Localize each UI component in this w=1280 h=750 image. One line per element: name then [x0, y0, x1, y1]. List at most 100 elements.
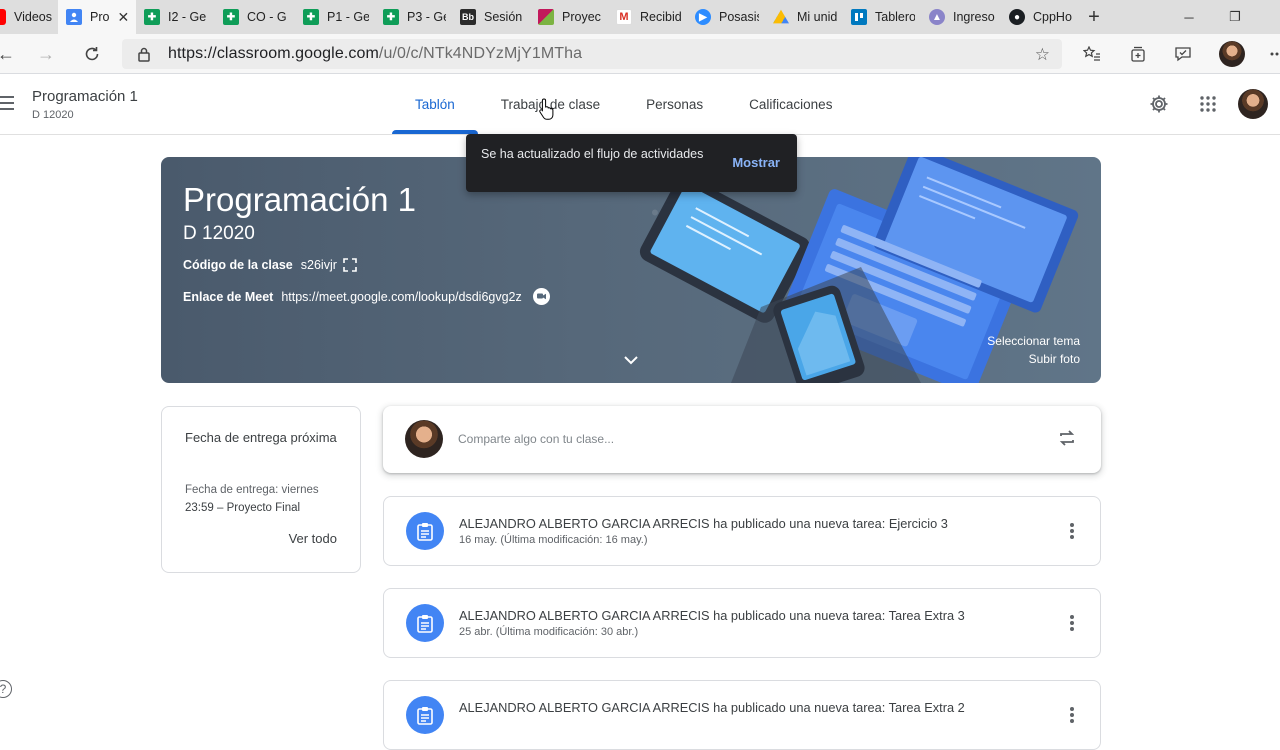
post-title: ALEJANDRO ALBERTO GARCIA ARRECIS ha publ… [459, 516, 948, 531]
github-icon: ● [1009, 9, 1025, 25]
upcoming-title: Fecha de entrega próxima [185, 430, 337, 445]
sheets-icon: ✚ [303, 9, 319, 25]
class-code-label: Código de la clase [183, 258, 293, 272]
banner-section: D 12020 [183, 223, 255, 244]
feedback-icon[interactable] [1172, 43, 1194, 65]
more-vert-icon[interactable] [1070, 523, 1074, 539]
url-field[interactable]: https://classroom.google.com/u/0/c/NTk4N… [122, 39, 1062, 69]
upload-photo-link[interactable]: Subir foto [1029, 352, 1080, 366]
settings-gear-icon[interactable] [1147, 92, 1171, 116]
browser-tab-label: P1 - Ge [327, 10, 369, 24]
tab-people[interactable]: Personas [623, 74, 726, 134]
browser-tab-label: Ingreso [953, 10, 995, 24]
help-icon[interactable]: ? [0, 680, 12, 698]
browser-tab-label: Proyec [562, 10, 601, 24]
browser-tab-label: Recibid [640, 10, 681, 24]
fullscreen-icon[interactable] [343, 258, 357, 272]
toast-show-button[interactable]: Mostrar [732, 155, 780, 170]
expand-chevron-icon[interactable] [623, 353, 639, 365]
browser-tab[interactable]: M Recibid [608, 0, 687, 34]
tab-stream[interactable]: Tablón [392, 74, 478, 134]
browser-tab-label: Tablero [875, 10, 915, 24]
trello-icon [851, 9, 867, 25]
browser-tab-active[interactable]: Pro ✕ [58, 0, 136, 34]
sheets-icon: ✚ [383, 9, 399, 25]
apps-grid-icon[interactable] [1196, 92, 1220, 116]
browser-tab[interactable]: ✚ I2 - Ge [136, 0, 215, 34]
share-placeholder[interactable]: Comparte algo con tu clase... [458, 432, 614, 446]
youtube-icon [0, 9, 6, 25]
meet-link[interactable]: https://meet.google.com/lookup/dsdi6gvg2… [281, 290, 521, 304]
browser-tab[interactable]: Tablero [843, 0, 921, 34]
browser-tab[interactable]: Proyec [530, 0, 608, 34]
more-vert-icon[interactable] [1070, 615, 1074, 631]
favorites-list-icon[interactable] [1081, 43, 1103, 65]
main-menu-icon[interactable] [0, 96, 14, 110]
stream-post[interactable]: ALEJANDRO ALBERTO GARCIA ARRECIS ha publ… [383, 496, 1101, 566]
favorite-star-icon[interactable]: ☆ [1035, 45, 1050, 65]
browser-tab[interactable]: ✚ P3 - Ge [375, 0, 452, 34]
lock-icon[interactable] [136, 46, 152, 62]
classroom-header: Programación 1 D 12020 Tablón Trabajo de… [0, 74, 1280, 135]
stream-post[interactable]: ALEJANDRO ALBERTO GARCIA ARRECIS ha publ… [383, 680, 1101, 750]
tab-grades[interactable]: Calificaciones [726, 74, 855, 134]
browser-tab[interactable]: ✚ P1 - Ge [295, 0, 375, 34]
browser-tab-label: Sesión [484, 10, 523, 24]
more-vert-icon[interactable] [1070, 707, 1074, 723]
back-icon[interactable]: ← [0, 42, 18, 66]
browser-tab-strip: Videos Pro ✕ ✚ I2 - Ge ✚ CO - G ✚ P1 - G… [0, 0, 1280, 34]
project-icon [538, 9, 554, 25]
toast-message: Se ha actualizado el flujo de actividade… [481, 147, 704, 161]
ingreso-icon: ▲ [929, 9, 945, 25]
upcoming-item[interactable]: 23:59 – Proyecto Final [185, 499, 345, 517]
upcoming-text: Fecha de entrega: viernes 23:59 – Proyec… [185, 481, 345, 517]
close-tab-icon[interactable]: ✕ [117, 9, 129, 26]
minimize-icon[interactable]: ─ [1166, 0, 1212, 34]
reload-icon[interactable] [80, 42, 104, 66]
course-title[interactable]: Programación 1 [32, 88, 138, 105]
meet-video-icon[interactable] [532, 288, 550, 305]
browser-tab[interactable]: Videos [0, 0, 58, 34]
banner-title: Programación 1 [183, 181, 416, 218]
blackboard-icon: Bb [460, 9, 476, 25]
share-box[interactable]: Comparte algo con tu clase... [383, 406, 1101, 473]
more-icon[interactable] [1266, 43, 1280, 65]
classroom-icon [66, 9, 82, 25]
browser-tab[interactable]: Bb Sesión [452, 0, 530, 34]
post-date: 16 may. (Última modificación: 16 may.) [459, 534, 648, 546]
browser-tab-label: Pro [90, 10, 110, 24]
browser-tab[interactable]: ▲ Ingreso [921, 0, 1001, 34]
stream-post[interactable]: ALEJANDRO ALBERTO GARCIA ARRECIS ha publ… [383, 588, 1101, 658]
address-bar-area: ← → https://classroom.google.com/u/0/c/N… [0, 34, 1280, 74]
browser-tab[interactable]: ▶ Posasis [687, 0, 765, 34]
collections-icon[interactable] [1127, 43, 1149, 65]
forward-icon[interactable]: → [34, 42, 58, 66]
browser-tab-label: I2 - Ge [168, 10, 207, 24]
meet-link-row: Enlace de Meet https://meet.google.com/l… [183, 288, 550, 305]
browser-tab-label: Posasis [719, 10, 759, 24]
browser-tab[interactable]: ● CppHo [1001, 0, 1079, 34]
class-code-value: s26ivjr [300, 258, 337, 272]
sheets-icon: ✚ [223, 9, 239, 25]
browser-tab[interactable]: Mi unid [765, 0, 843, 34]
zoom-icon: ▶ [695, 9, 711, 25]
upcoming-card: Fecha de entrega próxima Fecha de entreg… [161, 406, 361, 573]
drive-icon [773, 9, 789, 24]
repost-icon[interactable] [1057, 428, 1079, 450]
view-all-link[interactable]: Ver todo [289, 531, 337, 546]
browser-tab-label: Mi unid [797, 10, 837, 24]
assignment-icon [406, 604, 444, 642]
post-title: ALEJANDRO ALBERTO GARCIA ARRECIS ha publ… [459, 608, 965, 623]
new-tab-button[interactable]: + [1079, 6, 1109, 29]
browser-tab-label: Videos [14, 10, 52, 24]
account-avatar[interactable] [1238, 89, 1268, 119]
upcoming-due-line: Fecha de entrega: viernes [185, 484, 319, 496]
url-text: https://classroom.google.com/u/0/c/NTk4N… [168, 45, 582, 63]
browser-tab[interactable]: ✚ CO - G [215, 0, 295, 34]
url-path: /u/0/c/NTk4NDYzMjY1MTha [378, 45, 583, 62]
gmail-icon: M [616, 9, 632, 25]
browser-profile-avatar[interactable] [1219, 41, 1245, 67]
restore-icon[interactable]: ❐ [1212, 0, 1258, 34]
select-theme-link[interactable]: Seleccionar tema [987, 334, 1080, 348]
mouse-cursor-icon [538, 98, 556, 125]
